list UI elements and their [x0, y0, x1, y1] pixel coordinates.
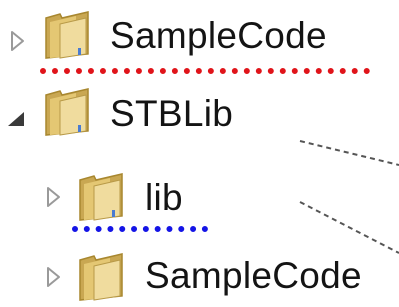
folder-icon [79, 173, 123, 221]
tree-item-label: lib [145, 177, 183, 218]
connector-line-lower [299, 201, 399, 254]
tree-item-label: SampleCode [110, 15, 327, 56]
collapsed-triangle-icon[interactable] [46, 266, 62, 288]
collapsed-triangle-icon[interactable] [10, 30, 26, 52]
folder-icon [45, 11, 89, 59]
folder-icon [79, 253, 123, 301]
blue-underline-annotation [72, 226, 208, 232]
tree-item-label: SampleCode [145, 255, 362, 296]
tree-item-label: STBLib [110, 93, 234, 134]
connector-line-upper [299, 140, 399, 166]
red-underline-annotation [40, 68, 370, 74]
collapsed-triangle-icon[interactable] [46, 186, 62, 208]
expanded-triangle-icon[interactable] [6, 110, 26, 128]
folder-icon [45, 88, 89, 136]
